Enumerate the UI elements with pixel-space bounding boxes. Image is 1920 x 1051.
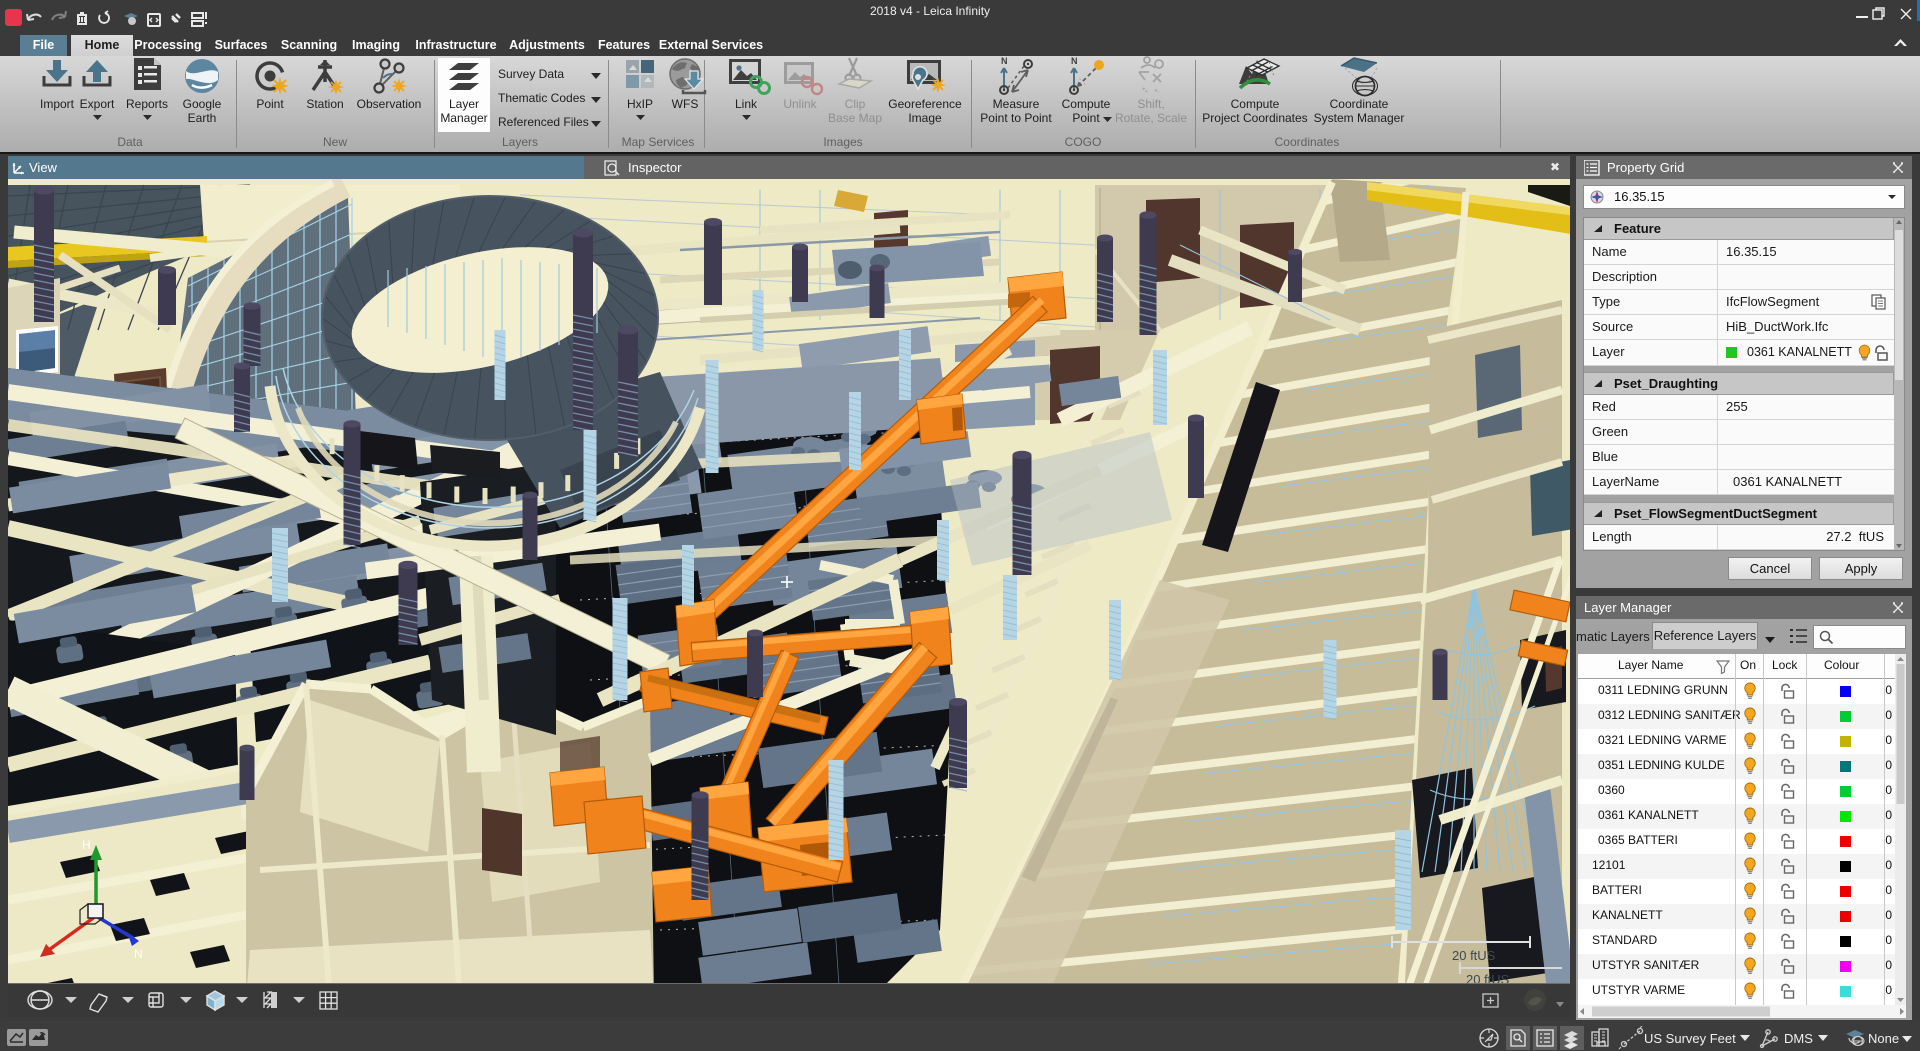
svg-text:20 ftUS: 20 ftUS [1466, 972, 1510, 983]
svg-text:N: N [134, 947, 143, 961]
svg-text:None: None [1868, 1031, 1899, 1046]
svg-text:N: N [1001, 56, 1008, 66]
svg-text:H: H [82, 838, 91, 852]
svg-text:20 ftUS: 20 ftUS [1452, 948, 1496, 963]
svg-text:DMS: DMS [1784, 1031, 1813, 1046]
svg-text:US Survey Feet: US Survey Feet [1644, 1031, 1736, 1046]
svg-text:N: N [1071, 56, 1078, 66]
